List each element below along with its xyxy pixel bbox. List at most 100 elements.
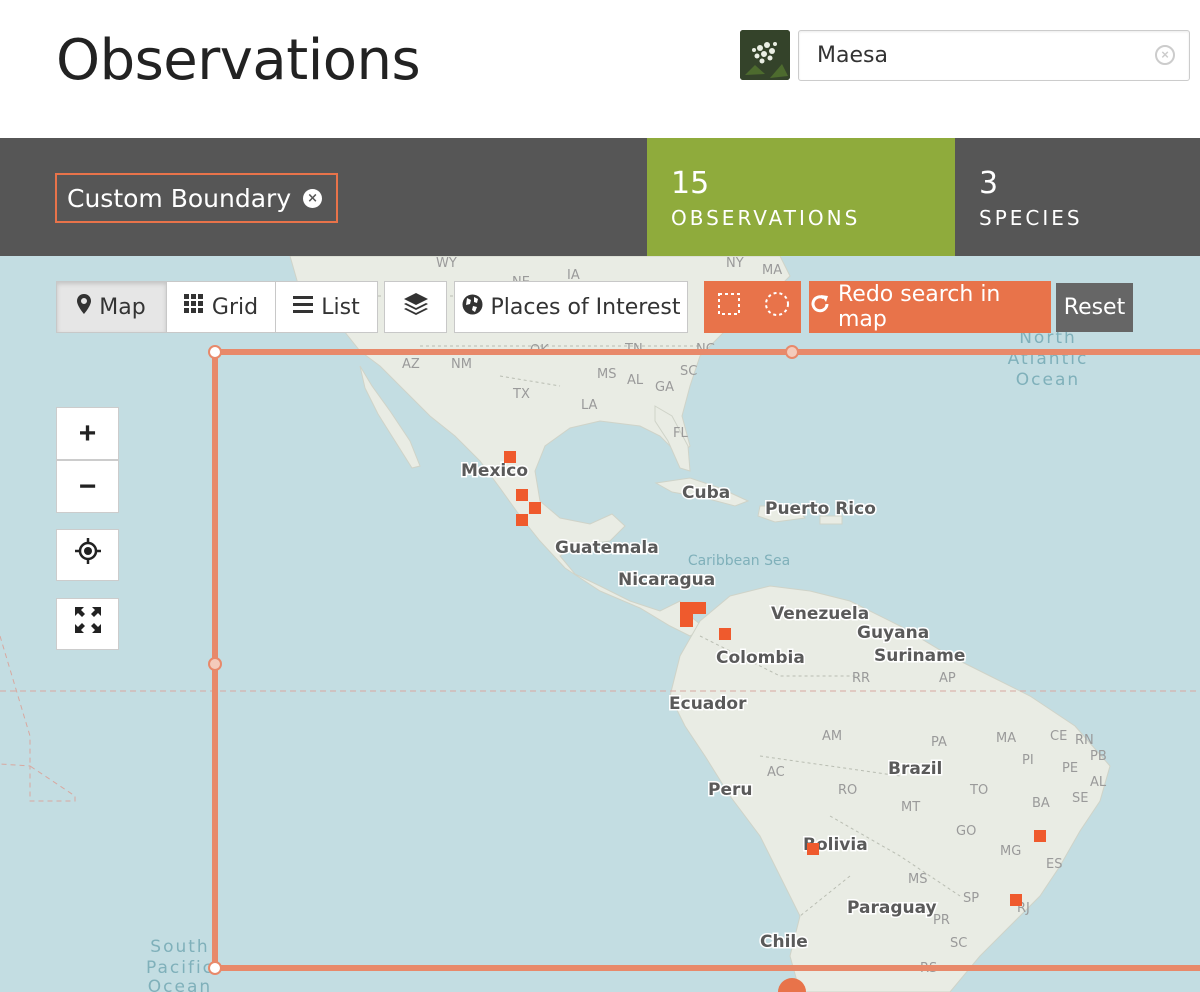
redo-search-button[interactable]: Redo search in map	[809, 281, 1051, 333]
label-state-tx: TX	[512, 387, 530, 402]
label-state-al-br: AL	[1090, 775, 1107, 790]
taxon-search-field[interactable]: ×	[798, 30, 1190, 81]
remove-filter-icon[interactable]: ×	[303, 188, 323, 208]
label-state-pr: PR	[933, 913, 950, 928]
label-state-pa: PA	[931, 735, 947, 750]
map-view-button[interactable]: Map	[56, 281, 167, 333]
label-south-pacific-1: South	[150, 937, 209, 957]
label-state-ro: RO	[838, 783, 857, 798]
label-state-am: AM	[822, 729, 842, 744]
label-ecuador: Ecuador	[669, 694, 747, 714]
label-state-pb: PB	[1090, 749, 1107, 764]
label-south-pacific-2: Pacific	[146, 958, 214, 978]
label-suriname: Suriname	[874, 646, 965, 666]
draw-circle-button[interactable]	[752, 281, 801, 333]
observation-marker[interactable]	[504, 451, 516, 463]
label-state-to: TO	[969, 783, 988, 798]
label-state-wy: WY	[436, 256, 457, 271]
label-state-sc-br: SC	[950, 936, 967, 951]
label-state-az: AZ	[402, 357, 420, 372]
locate-button[interactable]	[56, 529, 119, 581]
label-state-pi: PI	[1022, 753, 1034, 768]
boundary-handle[interactable]	[208, 657, 222, 671]
label-chile: Chile	[760, 932, 808, 952]
reset-button[interactable]: Reset	[1056, 283, 1133, 332]
redo-search-label: Redo search in map	[838, 282, 1001, 332]
observations-page: Observations × Custom Boundary × 15 OBSE…	[0, 0, 1200, 992]
label-caribbean-sea: Caribbean Sea	[688, 553, 790, 569]
rectangle-select-icon	[717, 292, 741, 322]
observation-marker[interactable]	[1010, 894, 1022, 906]
label-cuba: Cuba	[682, 483, 730, 503]
label-north-atlantic-3: Ocean	[1016, 370, 1080, 390]
label-state-go: GO	[956, 824, 976, 839]
circle-select-icon	[764, 291, 790, 323]
label-state-mt: MT	[901, 800, 920, 815]
clear-icon[interactable]: ×	[1155, 45, 1175, 65]
locate-icon	[74, 538, 101, 572]
label-guyana: Guyana	[857, 623, 929, 643]
observation-marker[interactable]	[516, 489, 528, 501]
map-marker-icon	[77, 294, 92, 320]
grid-view-button[interactable]: Grid	[166, 281, 276, 333]
label-guatemala: Guatemala	[555, 538, 659, 558]
map-view[interactable]: Mexico Cuba Puerto Rico Guatemala Nicara…	[0, 256, 1200, 992]
observation-marker[interactable]	[516, 514, 528, 526]
stats-bar: Custom Boundary × 15 OBSERVATIONS 3 SPEC…	[0, 138, 1200, 256]
label-paraguay: Paraguay	[847, 898, 937, 918]
observation-marker[interactable]	[807, 843, 819, 855]
places-of-interest-button[interactable]: Places of Interest	[454, 281, 688, 333]
label-state-ma: MA	[762, 263, 782, 278]
label-nicaragua: Nicaragua	[618, 570, 715, 590]
list-icon	[293, 295, 314, 320]
label-state-sp: SP	[963, 891, 979, 906]
species-stat[interactable]: 3 SPECIES	[955, 138, 1200, 256]
map-view-label: Map	[99, 294, 146, 320]
label-mexico: Mexico	[461, 461, 528, 481]
label-state-ny: NY	[726, 256, 744, 271]
zoom-in-button[interactable]: +	[56, 407, 119, 460]
list-view-label: List	[321, 294, 360, 320]
fullscreen-button[interactable]	[56, 598, 119, 650]
label-state-ba: BA	[1032, 796, 1050, 811]
globe-icon	[462, 294, 483, 321]
map-canvas[interactable]: Mexico Cuba Puerto Rico Guatemala Nicara…	[0, 256, 1200, 992]
layers-icon	[403, 293, 428, 321]
label-state-ms: MS	[597, 367, 616, 382]
observation-marker[interactable]	[719, 628, 731, 640]
page-title: Observations	[56, 28, 421, 93]
label-colombia: Colombia	[716, 648, 805, 668]
observations-stat[interactable]: 15 OBSERVATIONS	[647, 138, 955, 256]
label-brazil: Brazil	[888, 759, 942, 779]
species-label: SPECIES	[979, 206, 1083, 230]
label-state-ac: AC	[767, 765, 785, 780]
boundary-handle[interactable]	[208, 961, 222, 975]
reset-label: Reset	[1063, 295, 1126, 320]
species-count: 3	[979, 166, 999, 201]
label-state-nm: NM	[451, 357, 472, 372]
label-state-ms-br: MS	[908, 872, 927, 887]
observation-marker[interactable]	[529, 502, 541, 514]
label-state-mg: MG	[1000, 844, 1021, 859]
draw-rectangle-button[interactable]	[704, 281, 753, 333]
observation-marker[interactable]	[1034, 830, 1046, 842]
label-state-fl: FL	[673, 426, 688, 441]
observations-label: OBSERVATIONS	[671, 206, 861, 230]
zoom-out-button[interactable]: −	[56, 460, 119, 513]
grid-view-label: Grid	[211, 294, 259, 320]
custom-boundary-filter[interactable]: Custom Boundary ×	[55, 173, 339, 223]
taxon-thumbnail	[740, 30, 790, 80]
taxon-search-input[interactable]	[799, 31, 1119, 80]
boundary-handle[interactable]	[785, 345, 799, 359]
boundary-handle[interactable]	[208, 345, 222, 359]
label-peru: Peru	[708, 780, 752, 800]
label-state-es: ES	[1046, 857, 1062, 872]
list-view-button[interactable]: List	[275, 281, 378, 333]
label-state-rr: RR	[852, 671, 870, 686]
label-state-la: LA	[581, 398, 598, 413]
label-state-pe: PE	[1062, 761, 1078, 776]
label-state-ga: GA	[655, 380, 674, 395]
label-state-ce: CE	[1050, 729, 1067, 744]
layers-button[interactable]	[384, 281, 447, 333]
label-puerto-rico: Puerto Rico	[765, 499, 876, 519]
